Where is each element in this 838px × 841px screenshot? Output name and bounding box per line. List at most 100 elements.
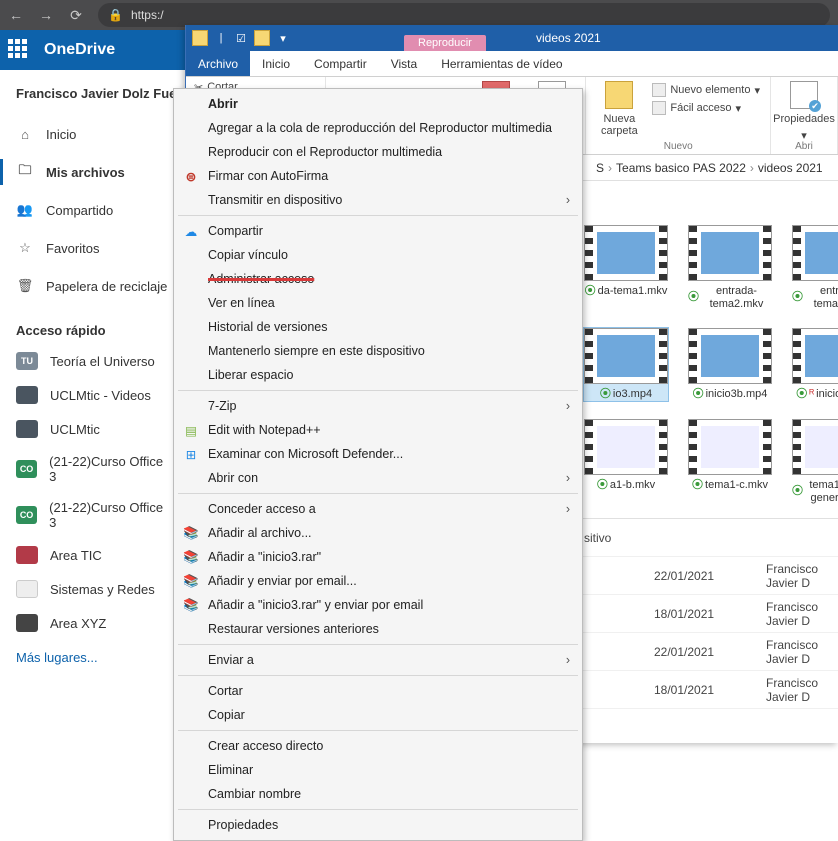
ctx-mantener-dispositivo[interactable]: Mantenerlo siempre en este dispositivo <box>176 339 580 363</box>
chevron-right-icon: › <box>566 502 570 516</box>
ctx-historial-versiones[interactable]: Historial de versiones <box>176 315 580 339</box>
nav-label: Favoritos <box>46 241 99 256</box>
quick-item[interactable]: CO(21-22)Curso Office 3 <box>0 446 185 492</box>
file-item[interactable]: ⦿tema1-vision general.mkv <box>792 419 838 504</box>
qat-dropdown-icon[interactable]: ▾ <box>276 31 290 45</box>
address-bar[interactable]: 🔒 https:/ <box>98 3 830 27</box>
ctx-cambiar-nombre[interactable]: Cambiar nombre <box>176 782 580 806</box>
file-item[interactable]: ⦿inicio3b.mp4 <box>688 328 772 401</box>
ctx-administrar-acceso[interactable]: Administrar acceso <box>176 267 580 291</box>
tab-herramientas-video[interactable]: Herramientas de vídeo <box>429 51 574 76</box>
ctx-transmitir[interactable]: Transmitir en dispositivo› <box>176 188 580 212</box>
ctx-anadir-rar-email[interactable]: 📚Añadir a "inicio3.rar" y enviar por ema… <box>176 593 580 617</box>
winrar-icon: 📚 <box>182 524 200 542</box>
quick-item[interactable]: TUTeoría el Universo <box>0 344 185 378</box>
ctx-compartir[interactable]: ☁Compartir <box>176 219 580 243</box>
nav-mis-archivos[interactable]: 🗀Mis archivos <box>0 153 185 191</box>
ctx-enviar-a[interactable]: Enviar a› <box>176 648 580 672</box>
new-folder-icon <box>605 81 633 109</box>
video-thumbnail-icon <box>792 225 838 281</box>
ctx-propiedades[interactable]: Propiedades <box>176 813 580 837</box>
chevron-right-icon: › <box>566 471 570 485</box>
ctx-defender[interactable]: ⊞Examinar con Microsoft Defender... <box>176 442 580 466</box>
file-item-selected[interactable]: ⦿io3.mp4 <box>584 328 668 401</box>
qat-check-icon[interactable]: ☑ <box>234 31 248 45</box>
ctx-autofirma[interactable]: ⊜Firmar con AutoFirma <box>176 164 580 188</box>
file-item[interactable]: ⦿entrada-tema3.mkv <box>792 225 838 310</box>
ctx-cortar[interactable]: Cortar <box>176 679 580 703</box>
quick-item[interactable]: Area TIC <box>0 538 185 572</box>
crumb[interactable]: S <box>596 161 604 175</box>
ctx-anadir-email[interactable]: 📚Añadir y enviar por email... <box>176 569 580 593</box>
ctx-liberar-espacio[interactable]: Liberar espacio <box>176 363 580 387</box>
ctx-copiar-vinculo[interactable]: Copiar vínculo <box>176 243 580 267</box>
new-folder-button[interactable]: Nueva carpeta <box>596 81 642 137</box>
contextual-tab-label[interactable]: Reproducir <box>404 35 486 51</box>
crumb[interactable]: Teams basico PAS 2022 <box>616 161 746 175</box>
tab-inicio[interactable]: Inicio <box>250 51 302 76</box>
chevron-down-icon: ▾ <box>736 102 742 115</box>
easy-access-icon <box>652 101 666 115</box>
history-back-icon[interactable]: ← <box>8 7 24 23</box>
label: Abrir con <box>208 471 258 485</box>
ctx-notepadpp[interactable]: ▤Edit with Notepad++ <box>176 418 580 442</box>
file-item[interactable]: ⦿da-tema1.mkv <box>584 225 668 298</box>
site-badge <box>16 420 38 438</box>
sync-ok-icon: ⦿ <box>792 485 803 498</box>
label: Nuevo elemento <box>670 84 750 96</box>
tab-archivo[interactable]: Archivo <box>186 51 250 76</box>
label: Agregar a la cola de reproducción del Re… <box>208 121 552 135</box>
chevron-down-icon: ▾ <box>754 84 760 97</box>
ctx-7zip[interactable]: 7-Zip› <box>176 394 580 418</box>
nav-inicio[interactable]: ⌂Inicio <box>0 115 185 153</box>
ctx-crear-acceso-directo[interactable]: Crear acceso directo <box>176 734 580 758</box>
ribbon-tabs: Archivo Inicio Compartir Vista Herramien… <box>186 51 838 77</box>
tab-compartir[interactable]: Compartir <box>302 51 379 76</box>
nav-compartido[interactable]: 👥Compartido <box>0 191 185 229</box>
file-item[interactable]: ⦿a1-b.mkv <box>584 419 668 492</box>
label: 7-Zip <box>208 399 236 413</box>
ctx-agregar-cola[interactable]: Agregar a la cola de reproducción del Re… <box>176 116 580 140</box>
cloud-icon: ☁ <box>182 222 200 240</box>
nav-label: Papelera de reciclaje <box>46 279 167 294</box>
explorer-titlebar[interactable]: | ☑ ▾ Reproducir videos 2021 <box>186 25 838 51</box>
quick-item[interactable]: Area XYZ <box>0 606 185 640</box>
file-item[interactable]: ⦿tema1-c.mkv <box>688 419 772 492</box>
properties-button[interactable]: Propiedades▾ <box>781 81 827 142</box>
new-item-button[interactable]: Nuevo elemento ▾ <box>652 83 760 97</box>
notepadpp-icon: ▤ <box>182 421 200 439</box>
quick-item[interactable]: CO(21-22)Curso Office 3 <box>0 492 185 538</box>
more-places-link[interactable]: Más lugares... <box>0 640 185 675</box>
ctx-abrir[interactable]: Abrir <box>176 92 580 116</box>
easy-access-button[interactable]: Fácil acceso ▾ <box>652 101 760 115</box>
file-item[interactable]: ⦿entrada-tema2.mkv <box>688 225 772 310</box>
ctx-conceder-acceso[interactable]: Conceder acceso a› <box>176 497 580 521</box>
quick-item[interactable]: UCLMtic <box>0 412 185 446</box>
nav-favoritos[interactable]: ☆Favoritos <box>0 229 185 267</box>
ctx-anadir-rar[interactable]: 📚Añadir a "inicio3.rar" <box>176 545 580 569</box>
ctx-ver-en-linea[interactable]: Ver en línea <box>176 291 580 315</box>
ctx-eliminar[interactable]: Eliminar <box>176 758 580 782</box>
tab-vista[interactable]: Vista <box>379 51 429 76</box>
sync-ok-icon: ⦿ <box>585 285 596 298</box>
nav-label: Inicio <box>46 127 76 142</box>
ctx-restaurar-versiones[interactable]: Restaurar versiones anteriores <box>176 617 580 641</box>
winrar-icon: 📚 <box>182 572 200 590</box>
history-forward-icon[interactable]: → <box>38 7 54 23</box>
app-launcher-icon[interactable] <box>8 39 30 61</box>
ctx-copiar[interactable]: Copiar <box>176 703 580 727</box>
ctx-anadir-archivo[interactable]: 📚Añadir al archivo... <box>176 521 580 545</box>
crumb[interactable]: videos 2021 <box>758 161 823 175</box>
quick-item[interactable]: Sistemas y Redes <box>0 572 185 606</box>
group-label: Nuevo <box>586 141 770 152</box>
nav-papelera[interactable]: 🗑Papelera de reciclaje <box>0 267 185 305</box>
refresh-icon[interactable]: ⟳ <box>68 7 84 23</box>
quick-item[interactable]: UCLMtic - Videos <box>0 378 185 412</box>
col-header[interactable]: sitivo <box>584 531 654 545</box>
file-item[interactable]: ⦿ᴿinicio4.mp4 <box>792 328 838 401</box>
video-thumbnail-icon <box>792 328 838 384</box>
defender-icon: ⊞ <box>182 445 200 463</box>
ctx-reproducir[interactable]: Reproducir con el Reproductor multimedia <box>176 140 580 164</box>
ctx-abrir-con[interactable]: Abrir con › <box>176 466 580 490</box>
chevron-right-icon: › <box>566 193 570 207</box>
